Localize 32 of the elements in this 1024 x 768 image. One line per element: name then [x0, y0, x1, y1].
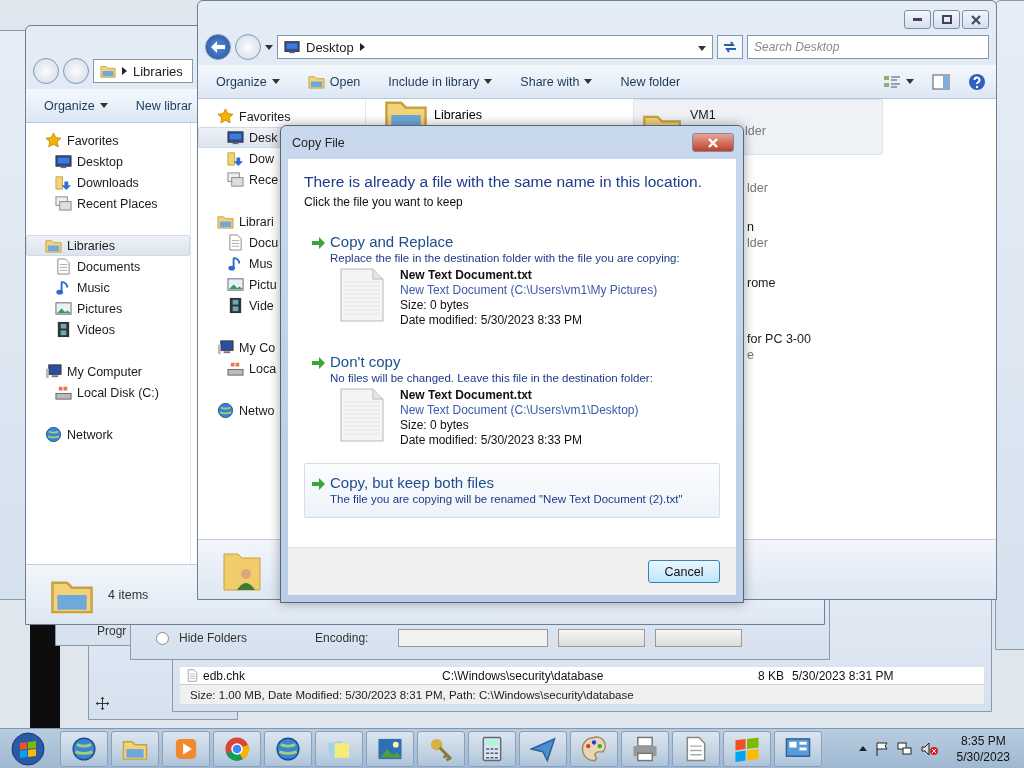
- file-path: New Text Document (C:\Users\vm1\My Pictures): [400, 283, 658, 298]
- radio-label: Hide Folders: [179, 631, 248, 645]
- tile-title: for PC 3-00: [747, 332, 811, 346]
- tile-title: n: [747, 220, 755, 234]
- dialog-title: Copy File: [292, 135, 345, 150]
- file-size: Size: 0 bytes: [400, 418, 470, 433]
- tile-title: VM1: [690, 108, 717, 122]
- option-title: Copy, but keep both files: [330, 473, 495, 493]
- encoding-label: Encoding:: [315, 631, 369, 645]
- file-name: edb.chk: [203, 668, 246, 683]
- tile-subtitle: lder: [745, 124, 766, 138]
- status-bar: Size: 1.00 MB, Date Modified: 5/30/2023 8:31 PM, Path: C:\Windows\security\database: [180, 684, 984, 704]
- program-label: Progr: [96, 624, 128, 638]
- tile-subtitle: lder: [747, 236, 768, 250]
- option-title: Don't copy: [330, 352, 402, 372]
- option-description: No files will be changed. Leave this file in the destination folder:: [330, 372, 653, 384]
- file-date: 5/30/2023 8:31 PM: [791, 668, 895, 683]
- option-description: The file you are copying will be renamed "New Text Document (2).txt": [330, 493, 683, 505]
- dialog-instruction: Click the file you want to keep: [304, 195, 464, 209]
- file-name: New Text Document.txt: [400, 388, 533, 403]
- option-description: Replace the file in the destination folder with the file you are copying:: [330, 252, 680, 264]
- file-date: Date modified: 5/30/2023 8:33 PM: [400, 313, 584, 328]
- file-date: Date modified: 5/30/2023 8:33 PM: [400, 433, 584, 448]
- file-size: 8 KB: [757, 668, 784, 683]
- file-path: C:\Windows\security\database: [442, 668, 605, 683]
- file-path: New Text Document (C:\Users\vm1\Desktop): [400, 403, 639, 418]
- file-size: Size: 0 bytes: [400, 298, 470, 313]
- file-name: New Text Document.txt: [400, 268, 533, 283]
- option-title: Copy and Replace: [330, 232, 455, 252]
- dialog-heading: There is already a file with the same name in this location.: [304, 173, 704, 191]
- item-count: 4 items: [108, 587, 149, 602]
- tile-subtitle: e: [747, 348, 755, 362]
